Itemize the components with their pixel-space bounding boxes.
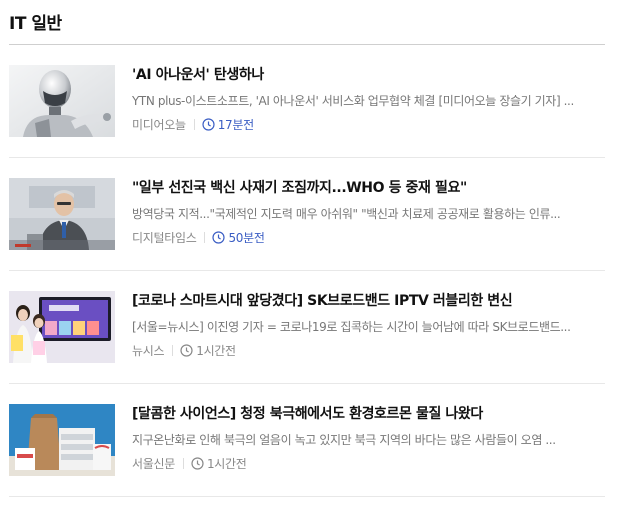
section-title: IT 일반 <box>9 14 62 34</box>
news-body: [코로나 스마트시대 앞당겼다] SK브로드밴드 IPTV 러블리한 변신 [서… <box>132 291 605 359</box>
news-body: "일부 선진국 백신 사재기 조짐까지...WHO 등 중재 필요" 방역당국 … <box>132 178 605 246</box>
news-body: [달콤한 사이언스] 청정 북극해에서도 환경호르몬 물질 나왔다 지구온난화로… <box>132 404 605 472</box>
news-item: [코로나 스마트시대 앞당겼다] SK브로드밴드 IPTV 러블리한 변신 [서… <box>9 271 605 384</box>
news-list: 'AI 아나운서' 탄생하나 YTN plus-이스트소프트, 'AI 아나운서… <box>9 45 605 497</box>
clock-icon <box>191 456 204 470</box>
publish-time: 50분전 <box>228 230 265 245</box>
news-meta: 디지털타임스 50분전 <box>132 228 605 246</box>
press-name[interactable]: 뉴시스 <box>132 342 165 359</box>
news-headline[interactable]: 'AI 아나운서' 탄생하나 <box>132 65 605 85</box>
news-meta: 서울신문 1시간전 <box>132 454 605 472</box>
news-summary[interactable]: 방역당국 지적..."국제적인 지도력 매우 아쉬워" "백신과 치료제 공공재… <box>132 205 605 223</box>
publish-time: 1시간전 <box>196 343 236 358</box>
news-item: [달콤한 사이언스] 청정 북극해에서도 환경호르몬 물질 나왔다 지구온난화로… <box>9 384 605 497</box>
meta-divider <box>182 457 184 469</box>
packaging-photo-thumbnail[interactable] <box>9 404 115 476</box>
news-headline[interactable]: [코로나 스마트시대 앞당겼다] SK브로드밴드 IPTV 러블리한 변신 <box>132 291 605 311</box>
news-item: "일부 선진국 백신 사재기 조짐까지...WHO 등 중재 필요" 방역당국 … <box>9 158 605 271</box>
news-meta: 뉴시스 1시간전 <box>132 341 605 359</box>
publish-time: 1시간전 <box>206 456 247 471</box>
meta-divider <box>172 344 174 356</box>
clock-icon <box>180 343 193 357</box>
news-headline[interactable]: "일부 선진국 백신 사재기 조짐까지...WHO 등 중재 필요" <box>132 178 605 198</box>
news-body: 'AI 아나운서' 탄생하나 YTN plus-이스트소프트, 'AI 아나운서… <box>132 65 605 133</box>
clock-icon <box>202 117 215 131</box>
news-meta: 미디어오늘 17분전 <box>132 115 605 133</box>
press-name[interactable]: 서울신문 <box>132 455 175 472</box>
briefing-photo-thumbnail[interactable] <box>9 178 115 250</box>
news-headline[interactable]: [달콤한 사이언스] 청정 북극해에서도 환경호르몬 물질 나왔다 <box>132 404 605 424</box>
clock-icon <box>212 230 226 244</box>
press-name[interactable]: 디지털타임스 <box>132 229 197 246</box>
news-item: 'AI 아나운서' 탄생하나 YTN plus-이스트소프트, 'AI 아나운서… <box>9 45 605 158</box>
news-summary[interactable]: 지구온난화로 인해 북극의 얼음이 녹고 있지만 북극 지역의 바다는 많은 사… <box>132 431 605 449</box>
press-name[interactable]: 미디어오늘 <box>132 116 186 133</box>
news-summary[interactable]: YTN plus-이스트소프트, 'AI 아나운서' 서비스화 업무협약 체결 … <box>132 92 605 110</box>
publish-time: 17분전 <box>217 117 254 132</box>
iptv-photo-thumbnail[interactable] <box>9 291 115 363</box>
meta-divider <box>193 118 195 130</box>
robot-photo-thumbnail[interactable] <box>9 65 115 137</box>
meta-divider <box>204 231 206 243</box>
news-summary[interactable]: [서울=뉴시스] 이진영 기자 = 코로나19로 집콕하는 시간이 늘어남에 따… <box>132 318 605 336</box>
